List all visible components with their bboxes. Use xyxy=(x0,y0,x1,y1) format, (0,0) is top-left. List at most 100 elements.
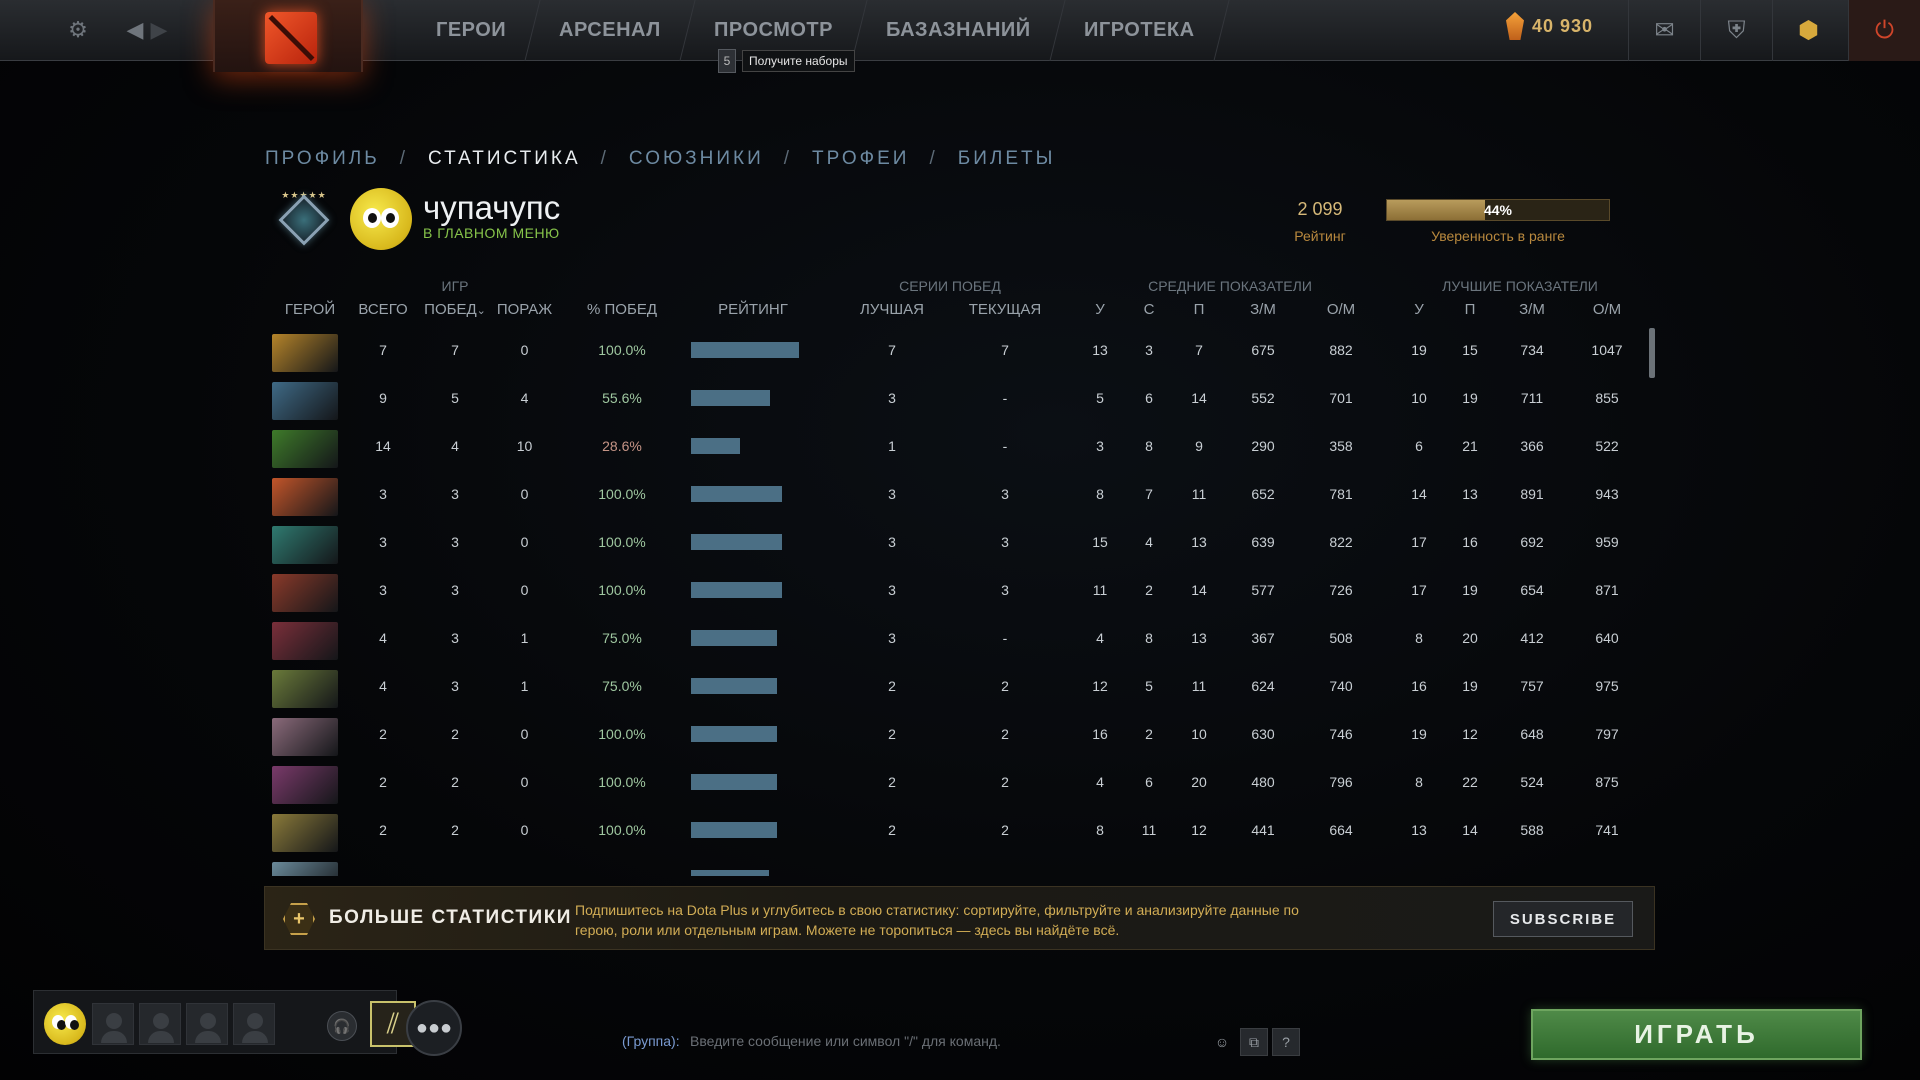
tab-separator: / xyxy=(399,148,409,169)
forward-arrow-icon[interactable]: ▶ xyxy=(141,12,177,48)
cell-losses: 0 xyxy=(520,342,529,358)
cell-losses: 4 xyxy=(520,390,529,406)
tab-separator: / xyxy=(600,148,609,169)
emoticon-icon[interactable]: ☺ xyxy=(1208,1028,1236,1056)
tab-trophies[interactable]: ТРОФЕИ xyxy=(812,148,909,170)
cell-best-xpm: 855 xyxy=(1595,390,1619,406)
table-row[interactable] xyxy=(265,854,1655,876)
dota-plus-icon[interactable]: ⬢ xyxy=(1772,0,1844,61)
cell-best-assists: 16 xyxy=(1462,534,1478,550)
cell-avg-deaths: 6 xyxy=(1145,390,1153,406)
chat-input[interactable] xyxy=(690,1029,1190,1053)
cell-current-streak: 2 xyxy=(1001,726,1009,742)
col-total[interactable]: ВСЕГО xyxy=(353,301,413,318)
cell-avg-deaths: 2 xyxy=(1145,726,1153,742)
hero-portrait xyxy=(272,862,338,876)
nav-armory[interactable]: АРСЕНАЛ xyxy=(525,0,696,61)
cell-losses: 0 xyxy=(520,582,529,598)
col-best-assists[interactable]: П xyxy=(1455,301,1485,318)
tab-profile[interactable]: ПРОФИЛЬ xyxy=(265,148,380,170)
table-row[interactable]: 7 7 0 100.0% 7 7 13 3 7 675 882 19 15 734 1047 xyxy=(265,326,1655,374)
cell-avg-deaths: 8 xyxy=(1145,630,1153,646)
cell-best-kills: 17 xyxy=(1411,534,1427,550)
cell-best-gpm: 588 xyxy=(1520,822,1544,838)
player-status: В ГЛАВНОМ МЕНЮ xyxy=(423,225,560,241)
tooltip-get-bundles[interactable]: 5 Получите наборы xyxy=(718,49,855,73)
col-best-kills[interactable]: У xyxy=(1404,301,1434,318)
cell-best-assists xyxy=(1455,854,1485,876)
subscribe-button[interactable]: SUBSCRIBE xyxy=(1493,901,1633,937)
col-avg-assists[interactable]: П xyxy=(1184,301,1214,318)
nav-heroes[interactable]: ГЕРОИ xyxy=(402,0,541,61)
cell-current-streak: - xyxy=(1002,390,1008,406)
tab-tickets[interactable]: БИЛЕТЫ xyxy=(958,148,1056,170)
table-row[interactable]: 2 2 0 100.0% 2 2 16 2 10 630 746 19 12 648 797 xyxy=(265,710,1655,758)
cell-best-streak: 1 xyxy=(888,438,896,454)
col-hero[interactable]: ГЕРОЙ xyxy=(275,301,345,318)
col-winrate[interactable]: % ПОБЕД xyxy=(582,301,662,318)
cell-best-assists: 14 xyxy=(1462,822,1478,838)
power-icon[interactable]: ⏻ xyxy=(1848,0,1920,61)
party-slot-empty[interactable] xyxy=(233,1003,275,1045)
medal-icon xyxy=(278,194,330,246)
party-slot-empty[interactable] xyxy=(92,1003,134,1045)
cell-losses: 10 xyxy=(516,438,533,454)
cell-best-xpm: 943 xyxy=(1595,486,1619,502)
table-row[interactable]: 4 3 1 75.0% 2 2 12 5 11 624 740 16 19 757 975 xyxy=(265,662,1655,710)
nav-learn[interactable]: БАЗАЗНАНИЙ xyxy=(852,0,1066,61)
rank-medal[interactable]: ★★★★★ xyxy=(272,190,336,246)
avatar[interactable] xyxy=(350,188,412,250)
table-row[interactable]: 9 5 4 55.6% 3 - 5 6 14 552 701 10 19 711 855 xyxy=(265,374,1655,422)
help-button[interactable]: ? xyxy=(1272,1028,1300,1056)
shards-value: 40 930 xyxy=(1532,15,1594,36)
gear-icon[interactable]: ⚙ xyxy=(60,12,96,48)
headset-icon[interactable]: 🎧 xyxy=(327,1011,357,1041)
table-row[interactable]: 14 4 10 28.6% 1 - 3 8 9 290 358 6 21 366 522 xyxy=(265,422,1655,470)
cell-avg-kills: 16 xyxy=(1092,726,1108,742)
col-avg-kills[interactable]: У xyxy=(1085,301,1115,318)
rating-bar xyxy=(691,534,782,550)
shards-counter[interactable]: 40 930 xyxy=(1506,12,1593,40)
col-wins[interactable]: ПОБЕД⌄ xyxy=(420,301,490,318)
party-slot-empty[interactable] xyxy=(186,1003,228,1045)
party-avatar[interactable] xyxy=(44,1003,86,1045)
table-row[interactable]: 3 3 0 100.0% 3 3 8 7 11 652 781 14 13 891 943 xyxy=(265,470,1655,518)
col-current-streak[interactable]: ТЕКУЩАЯ xyxy=(960,301,1050,318)
table-row[interactable]: 2 2 0 100.0% 2 2 4 6 20 480 796 8 22 524 875 xyxy=(265,758,1655,806)
cell-total: 4 xyxy=(379,630,387,646)
table-row[interactable]: 4 3 1 75.0% 3 - 4 8 13 367 508 8 20 412 640 xyxy=(265,614,1655,662)
tab-stats[interactable]: СТАТИСТИКА xyxy=(428,148,581,170)
table-row[interactable]: 2 2 0 100.0% 2 2 8 11 12 441 664 13 14 588 741 xyxy=(265,806,1655,854)
cell-avg-gpm: 624 xyxy=(1251,678,1275,694)
chat-popout-icon[interactable]: ⧉ xyxy=(1240,1028,1268,1056)
cell-current-streak: 2 xyxy=(1001,678,1009,694)
col-avg-xpm[interactable]: О/М xyxy=(1318,301,1364,318)
cell-avg-gpm: 675 xyxy=(1251,342,1275,358)
col-avg-deaths[interactable]: С xyxy=(1134,301,1164,318)
tooltip-text: Получите наборы xyxy=(742,50,855,72)
cell-avg-deaths: 8 xyxy=(1145,438,1153,454)
cell-best-assists: 19 xyxy=(1462,678,1478,694)
rating-bar xyxy=(691,438,740,454)
col-losses[interactable]: ПОРАЖ xyxy=(492,301,557,318)
cell-avg-assists: 9 xyxy=(1195,438,1203,454)
table-scrollbar[interactable] xyxy=(1649,328,1655,378)
dota-logo-button[interactable] xyxy=(213,0,363,72)
nav-arcade[interactable]: ИГРОТЕКА xyxy=(1049,0,1229,61)
col-best-xpm[interactable]: О/М xyxy=(1584,301,1630,318)
mail-icon[interactable]: ✉ xyxy=(1628,0,1700,61)
play-button[interactable]: ИГРАТЬ xyxy=(1531,1009,1862,1060)
cell-total: 3 xyxy=(379,534,387,550)
col-best-streak[interactable]: ЛУЧШАЯ xyxy=(852,301,932,318)
col-avg-gpm[interactable]: З/М xyxy=(1240,301,1286,318)
table-row[interactable]: 3 3 0 100.0% 3 3 11 2 14 577 726 17 19 654 871 xyxy=(265,566,1655,614)
party-finder-icon[interactable]: ●●● xyxy=(406,1000,462,1056)
cell-wins: 7 xyxy=(451,342,459,358)
table-row[interactable]: 3 3 0 100.0% 3 3 15 4 13 639 822 17 16 692 959 xyxy=(265,518,1655,566)
armory-icon[interactable]: ⛨ xyxy=(1700,0,1772,61)
col-best-gpm[interactable]: З/М xyxy=(1509,301,1555,318)
party-slot-empty[interactable] xyxy=(139,1003,181,1045)
col-rating[interactable]: РЕЙТИНГ xyxy=(703,301,803,318)
tab-allies[interactable]: СОЮЗНИКИ xyxy=(629,148,764,170)
cell-wins: 4 xyxy=(451,438,459,454)
